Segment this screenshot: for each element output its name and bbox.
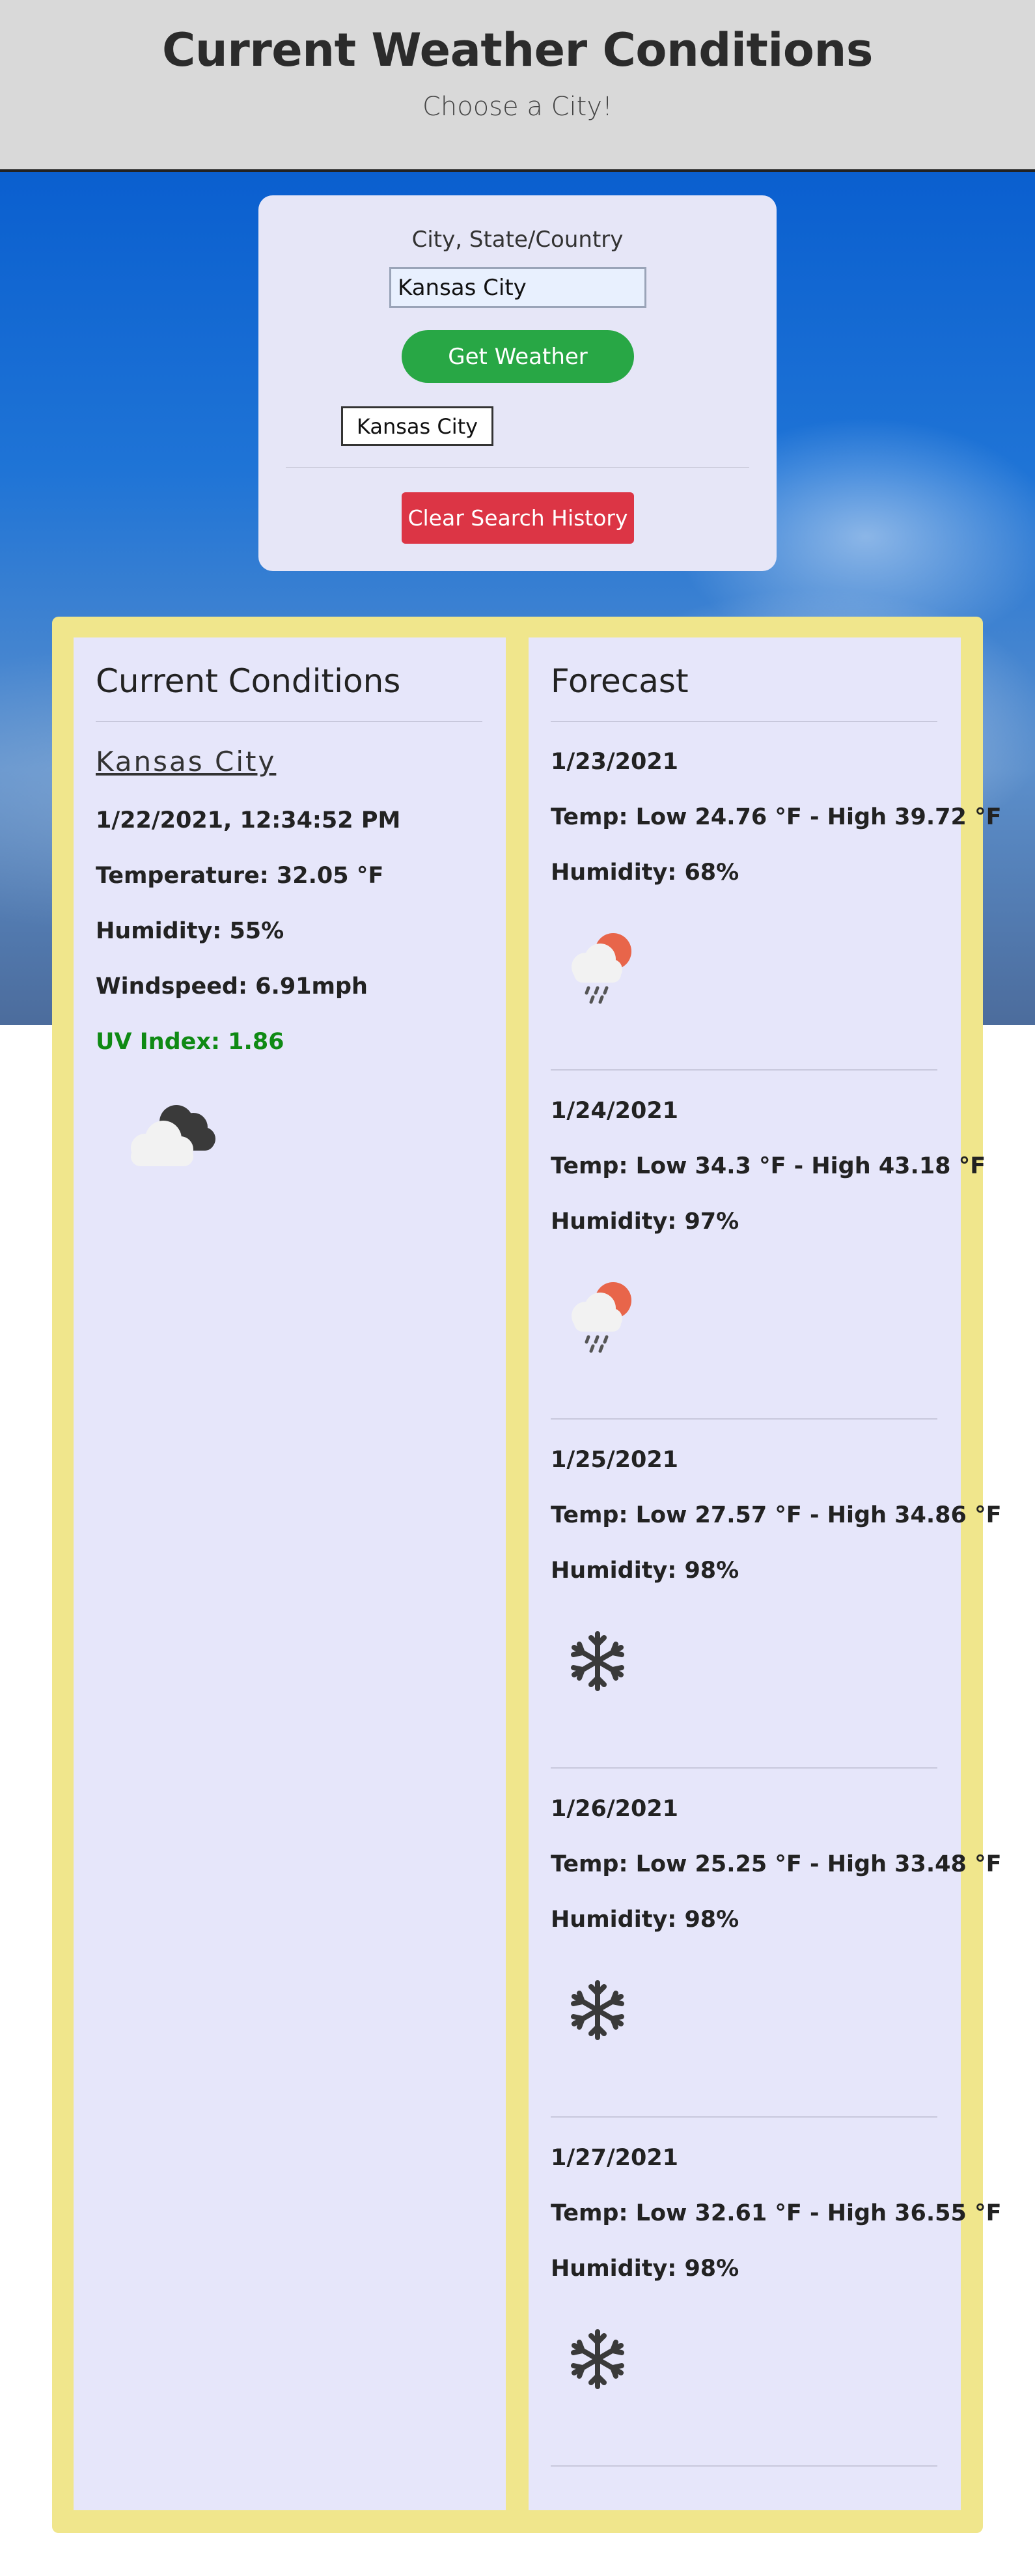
divider bbox=[551, 2116, 937, 2118]
current-conditions-card: Current Conditions Kansas City 1/22/2021… bbox=[74, 637, 506, 2510]
current-humidity: Humidity: 55% bbox=[96, 918, 284, 944]
city-input-label: City, State/Country bbox=[411, 227, 624, 253]
forecast-date: 1/25/2021 bbox=[551, 1447, 679, 1473]
page-subtitle: Choose a City! bbox=[422, 92, 613, 122]
forecast-date: 1/26/2021 bbox=[551, 1796, 679, 1822]
sun-rain-cloud-icon bbox=[557, 924, 642, 1011]
current-uv-index: UV Index: 1.86 bbox=[96, 1029, 284, 1055]
forecast-humidity: Humidity: 98% bbox=[551, 1907, 739, 1933]
divider bbox=[551, 1069, 937, 1071]
sun-rain-cloud-icon bbox=[557, 1273, 642, 1360]
search-card: City, State/Country Get Weather Kansas C… bbox=[258, 195, 777, 571]
forecast-humidity: Humidity: 68% bbox=[551, 860, 739, 886]
forecast-temp: Temp: Low 27.57 °F - High 34.86 °F bbox=[551, 1502, 1002, 1528]
forecast-heading: Forecast bbox=[551, 662, 689, 700]
divider bbox=[96, 721, 482, 722]
current-temperature: Temperature: 32.05 °F bbox=[96, 863, 384, 889]
forecast-humidity: Humidity: 98% bbox=[551, 2256, 739, 2282]
page-title: Current Weather Conditions bbox=[162, 23, 873, 77]
forecast-humidity: Humidity: 97% bbox=[551, 1209, 739, 1235]
clear-history-button[interactable]: Clear Search History bbox=[402, 492, 634, 544]
snowflake-icon bbox=[565, 1629, 630, 1696]
snowflake-icon bbox=[565, 2327, 630, 2394]
current-datetime: 1/22/2021, 12:34:52 PM bbox=[96, 807, 401, 833]
divider bbox=[551, 2465, 937, 2467]
city-name: Kansas City bbox=[96, 746, 277, 777]
forecast-temp: Temp: Low 34.3 °F - High 43.18 °F bbox=[551, 1153, 986, 1179]
forecast-humidity: Humidity: 98% bbox=[551, 1558, 739, 1584]
divider bbox=[551, 1418, 937, 1420]
forecast-temp: Temp: Low 24.76 °F - High 39.72 °F bbox=[551, 804, 1002, 830]
forecast-temp: Temp: Low 32.61 °F - High 36.55 °F bbox=[551, 2200, 1002, 2226]
current-windspeed: Windspeed: 6.91mph bbox=[96, 973, 368, 1000]
get-weather-button[interactable]: Get Weather bbox=[402, 330, 634, 383]
city-input[interactable] bbox=[389, 267, 646, 308]
forecast-card: Forecast 1/23/2021 Temp: Low 24.76 °F - … bbox=[529, 637, 1001, 2510]
forecast-temp: Temp: Low 25.25 °F - High 33.48 °F bbox=[551, 1851, 1002, 1877]
results-panel: Current Conditions Kansas City 1/22/2021… bbox=[52, 617, 1001, 2533]
forecast-date: 1/23/2021 bbox=[551, 749, 679, 775]
snowflake-icon bbox=[565, 1978, 630, 2045]
forecast-date: 1/24/2021 bbox=[551, 1098, 679, 1124]
divider bbox=[551, 721, 937, 722]
divider bbox=[551, 1767, 937, 1769]
search-history-item[interactable]: Kansas City bbox=[341, 406, 493, 446]
divider bbox=[286, 467, 749, 468]
forecast-date: 1/27/2021 bbox=[551, 2145, 679, 2171]
cloudy-icon bbox=[113, 1093, 223, 1181]
current-conditions-heading: Current Conditions bbox=[96, 662, 401, 700]
page-header: Current Weather Conditions Choose a City… bbox=[0, 0, 1035, 172]
